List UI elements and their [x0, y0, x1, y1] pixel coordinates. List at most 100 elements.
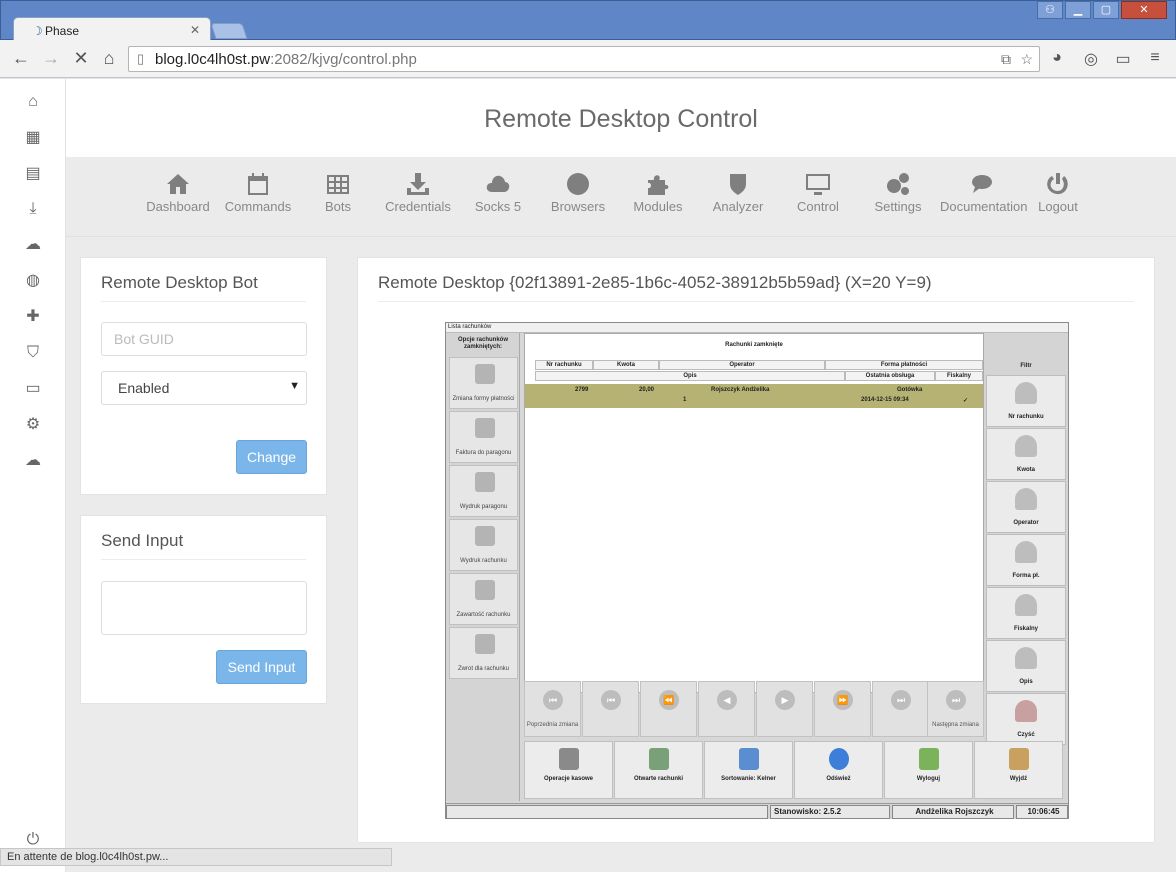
url-host: blog.l0c4lh0st.pw: [155, 51, 271, 68]
remote-bottom-row: Operacje kasowe Otwarte rachunki Sortowa…: [524, 741, 1068, 799]
stop-loading-icon[interactable]: ✕: [70, 48, 92, 68]
user-profile-icon[interactable]: ⚇: [1037, 1, 1063, 19]
table-icon[interactable]: ▤: [22, 163, 44, 185]
remote-left-button[interactable]: Zawartość rachunku: [449, 573, 518, 625]
remote-window-title: Lista rachunków: [446, 323, 1068, 333]
clear-filter-button[interactable]: Czyść: [986, 693, 1066, 745]
nav-documentation[interactable]: Documentation: [940, 171, 1027, 214]
fast-forward-button[interactable]: ⏩: [814, 681, 871, 737]
download-icon[interactable]: ⤓: [22, 198, 44, 220]
caret-down-icon: ▼: [289, 380, 300, 392]
comments-icon: [970, 171, 996, 197]
nav-analyzer[interactable]: Analyzer: [695, 171, 781, 214]
station-label: Stanowisko: 2.5.2: [770, 805, 890, 819]
home-icon[interactable]: ⌂: [22, 91, 44, 113]
column-header: Forma płatności: [825, 360, 983, 370]
cast-icon[interactable]: ▭: [1112, 49, 1134, 69]
comments-icon[interactable]: ☁: [22, 450, 44, 472]
last-icon: ⏭: [891, 690, 911, 710]
globe-extension-icon[interactable]: ◎: [1080, 49, 1102, 69]
browser-titlebar: ☽ Phase ✕ ⚇ ▁ ▢ ✕: [0, 0, 1176, 43]
filter-button[interactable]: Kwota: [986, 428, 1066, 480]
gears-icon: [885, 171, 911, 197]
bot-status-select[interactable]: Enabled ▼: [101, 371, 307, 405]
bot-guid-input[interactable]: [101, 322, 307, 356]
back-arrow-icon[interactable]: ←: [10, 48, 32, 68]
clear-icon: [1015, 700, 1037, 722]
last-page-button[interactable]: ⏭: [872, 681, 929, 737]
remote-left-button[interactable]: Wydruk paragonu: [449, 465, 518, 517]
first-page-button[interactable]: ⏮: [582, 681, 639, 737]
remote-nav-row: ⏮ Poprzednia zmiana ⏮ ⏪ ◀ ▶ ⏩ ⏭ ⏭ Następna…: [524, 681, 984, 737]
next-button[interactable]: ▶: [756, 681, 813, 737]
nav-label: Logout: [1038, 199, 1078, 214]
filter-icon: [1015, 647, 1037, 669]
input-textarea[interactable]: [101, 581, 307, 635]
minimize-button[interactable]: ▁: [1065, 1, 1091, 19]
nav-commands[interactable]: Commands: [215, 171, 301, 214]
change-button[interactable]: Change: [236, 440, 307, 474]
address-bar[interactable]: ▯ blog.l0c4lh0st.pw:2082/kjvg/control.ph…: [128, 46, 1040, 72]
globe-icon[interactable]: ◍: [22, 270, 44, 292]
filter-button[interactable]: Opis: [986, 640, 1066, 692]
nav-bots[interactable]: Bots: [295, 171, 381, 214]
nav-credentials[interactable]: Credentials: [375, 171, 461, 214]
previous-button[interactable]: ◀: [698, 681, 755, 737]
cash-register-icon: [559, 748, 579, 770]
home-button-icon[interactable]: ⌂: [98, 48, 120, 68]
prev-icon: ◀: [717, 690, 737, 710]
table-row[interactable]: 2799 20,00 Rojszczyk Andżelika Gotówka 1…: [525, 384, 983, 408]
extension-icon[interactable]: ◕: [1046, 49, 1068, 67]
remote-left-button[interactable]: Zmiana formy płatności: [449, 357, 518, 409]
tab-close-icon[interactable]: ✕: [190, 23, 200, 37]
remote-screen[interactable]: Lista rachunków Opcje rachunków zamknięt…: [445, 322, 1069, 819]
filter-button[interactable]: Fiskalny: [986, 587, 1066, 639]
forward-arrow-icon[interactable]: →: [40, 48, 62, 68]
translate-icon[interactable]: ⧉: [1001, 51, 1011, 68]
send-input-button[interactable]: Send Input: [216, 650, 307, 684]
menu-icon[interactable]: ≡: [1144, 49, 1166, 67]
filter-button[interactable]: Operator: [986, 481, 1066, 533]
remote-left-button[interactable]: Wydruk rachunku: [449, 519, 518, 571]
nav-settings[interactable]: Settings: [855, 171, 941, 214]
browser-statusbar: En attente de blog.l0c4lh0st.pw...: [0, 848, 392, 866]
filter-header: Filtr: [1020, 363, 1032, 369]
nav-label: Bots: [324, 199, 351, 214]
nav-modules[interactable]: Modules: [615, 171, 701, 214]
filter-button[interactable]: Nr rachunku: [986, 375, 1066, 427]
shield-icon[interactable]: ⛉: [22, 342, 44, 364]
new-tab-button[interactable]: [210, 23, 248, 39]
open-bills-button[interactable]: Otwarte rachunki: [614, 741, 703, 799]
nav-label: Settings: [874, 199, 922, 214]
exit-button[interactable]: Wyjdź: [974, 741, 1063, 799]
calendar-icon[interactable]: ▦: [22, 127, 44, 149]
rewind-button[interactable]: ⏪: [640, 681, 697, 737]
nav-label: Browsers: [550, 199, 606, 214]
nav-control[interactable]: Control: [775, 171, 861, 214]
maximize-button[interactable]: ▢: [1093, 1, 1119, 19]
monitor-icon[interactable]: ▭: [22, 378, 44, 400]
nav-browsers[interactable]: Browsers: [535, 171, 621, 214]
previous-shift-button[interactable]: ⏮ Poprzednia zmiana: [524, 681, 581, 737]
invoice-icon: [475, 418, 495, 438]
nav-logout[interactable]: Logout: [1015, 171, 1101, 214]
remote-left-button[interactable]: Faktura do paragonu: [449, 411, 518, 463]
bot-panel-title: Remote Desktop Bot: [101, 273, 258, 292]
download-icon: [405, 171, 431, 197]
filter-button[interactable]: Forma pł.: [986, 534, 1066, 586]
next-shift-button[interactable]: ⏭ Następna zmiana: [927, 681, 984, 737]
logout-remote-button[interactable]: Wyloguj: [884, 741, 973, 799]
bookmark-star-icon[interactable]: ☆: [1020, 51, 1033, 68]
sort-waiter-button[interactable]: Sortowanie: Kelner: [704, 741, 793, 799]
refresh-button[interactable]: Odśwież: [794, 741, 883, 799]
cash-operations-button[interactable]: Operacje kasowe: [524, 741, 613, 799]
divider: [378, 301, 1134, 302]
divider: [101, 301, 306, 302]
nav-dashboard[interactable]: Dashboard: [135, 171, 221, 214]
cloud-icon[interactable]: ☁: [22, 234, 44, 256]
gears-icon[interactable]: ⚙: [22, 414, 44, 436]
puzzle-icon[interactable]: ✚: [22, 306, 44, 328]
remote-left-button[interactable]: Zwrot dla rachunku: [449, 627, 518, 679]
close-window-button[interactable]: ✕: [1121, 1, 1167, 19]
nav-socks5[interactable]: Socks 5: [455, 171, 541, 214]
